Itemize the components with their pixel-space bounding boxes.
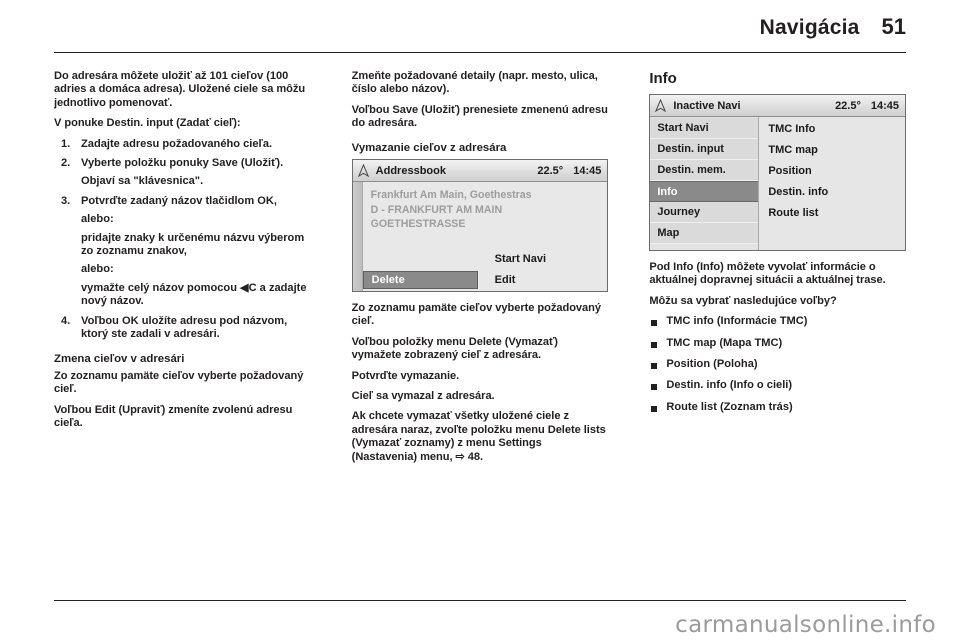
inactive-navi-body: Start Navi Destin. input Destin. mem. In… bbox=[650, 117, 906, 250]
left-intro-paragraph-1: Do adresára môžete uložiť až 101 cieľov … bbox=[54, 70, 306, 109]
list-item: Destin. info (Info o cieli) bbox=[649, 379, 906, 392]
middle-paragraph-5: Potvrďte vymazanie. bbox=[351, 369, 460, 382]
right-column: Info Inactive Navi 22.5° 14:45 Start Nav… bbox=[649, 70, 907, 600]
step-subtext-alebo-2: alebo: bbox=[81, 263, 114, 276]
content-columns: Do adresára môžete uložiť až 101 cieľov … bbox=[54, 70, 907, 600]
menu-item-journey[interactable]: Journey bbox=[650, 202, 759, 223]
page-number: 51 bbox=[881, 14, 906, 39]
menu-item-map[interactable]: Map bbox=[650, 223, 759, 244]
middle-paragraph-2: Voľbou Save (Uložiť) prenesiete zmenenú … bbox=[351, 103, 608, 130]
step-subtext-clear-name: vymažte celý názov pomocou ◀C a zadajte … bbox=[81, 281, 307, 308]
submenu-item-tmc-map[interactable]: TMC map bbox=[768, 139, 905, 160]
address-line-2: D - FRANKFURT AM MAIN bbox=[370, 203, 503, 216]
left-section-paragraph-2: Voľbou Edit (Upraviť) zmeníte zvolenú ad… bbox=[54, 403, 293, 430]
inactive-navi-temperature: 22.5° bbox=[835, 99, 861, 112]
right-section-heading: Info bbox=[649, 70, 677, 87]
footer-divider bbox=[54, 600, 906, 601]
navigation-arrow-icon bbox=[655, 99, 667, 112]
left-steps-list: 1. Zadajte adresu požadovaného cieľa. 2.… bbox=[54, 138, 311, 342]
middle-paragraph-7: Ak chcete vymazať všetky uložené ciele z… bbox=[351, 410, 606, 463]
middle-section-heading: Vymazanie cieľov z adresára bbox=[351, 141, 507, 154]
step-text: Voľbou OK uložíte adresu pod názvom, kto… bbox=[81, 314, 288, 341]
list-item: TMC info (Informácie TMC) bbox=[649, 315, 906, 328]
inactive-navi-clock: 14:45 bbox=[870, 99, 900, 112]
list-item: 2. Vyberte položku ponuky Save (Uložiť).… bbox=[54, 157, 311, 189]
page-title: Navigácia bbox=[759, 16, 860, 39]
address-line-1: Frankfurt Am Main, Goethestras bbox=[370, 189, 532, 202]
left-intro-paragraph-2: V ponuke Destin. input (Zadať cieľ): bbox=[54, 117, 241, 130]
addressbook-temperature: 22.5° bbox=[537, 164, 564, 177]
edit-button[interactable]: Edit bbox=[495, 274, 516, 286]
inactive-navi-title: Inactive Navi bbox=[673, 99, 741, 112]
right-bullet-list: TMC info (Informácie TMC) TMC map (Mapa … bbox=[649, 315, 906, 414]
submenu-item-destin-info[interactable]: Destin. info bbox=[768, 181, 905, 202]
addressbook-screen-body: Frankfurt Am Main, Goethestras D - FRANK… bbox=[352, 182, 608, 292]
middle-paragraph-4: Voľbou položky menu Delete (Vymazať) vym… bbox=[351, 335, 558, 362]
middle-paragraph-6: Cieľ sa vymazal z adresára. bbox=[351, 390, 495, 403]
header-divider bbox=[54, 52, 906, 53]
menu-item-destin-mem[interactable]: Destin. mem. bbox=[650, 160, 759, 181]
step-subtext-alebo-1: alebo: bbox=[81, 213, 114, 226]
site-watermark: carmanualsonline.info bbox=[675, 612, 936, 638]
middle-paragraph-1: Zmeňte požadované detaily (napr. mesto, … bbox=[351, 70, 598, 96]
navi-submenu: TMC Info TMC map Position Destin. info R… bbox=[759, 117, 906, 250]
menu-item-destin-input[interactable]: Destin. input bbox=[650, 139, 759, 160]
step-number: 2. bbox=[61, 157, 71, 170]
step-number: 4. bbox=[61, 314, 71, 327]
step-text: Potvrďte zadaný názov tlačidlom OK, bbox=[81, 194, 277, 207]
left-column: Do adresára môžete uložiť až 101 cieľov … bbox=[54, 70, 311, 600]
submenu-item-tmc-info[interactable]: TMC Info bbox=[768, 118, 905, 139]
page-header: Navigácia 51 bbox=[54, 14, 906, 48]
list-item: 3. Potvrďte zadaný názov tlačidlom OK, a… bbox=[54, 195, 311, 309]
menu-item-start-navi[interactable]: Start Navi bbox=[650, 118, 759, 139]
right-paragraph-1: Pod Info (Info) môžete vyvolať informáci… bbox=[649, 261, 886, 287]
navi-main-menu: Start Navi Destin. input Destin. mem. In… bbox=[650, 117, 760, 250]
step-text: Vyberte položku ponuky Save (Uložiť). bbox=[81, 157, 284, 170]
list-item: Position (Poloha) bbox=[649, 358, 906, 371]
navi-menu-columns: Start Navi Destin. input Destin. mem. In… bbox=[650, 117, 906, 250]
addressbook-screen-titlebar: Addressbook 22.5° 14:45 bbox=[352, 160, 608, 183]
addressbook-screen: Addressbook 22.5° 14:45 Frankfurt Am Mai… bbox=[351, 159, 609, 293]
inactive-navi-titlebar: Inactive Navi 22.5° 14:45 bbox=[650, 95, 906, 117]
list-item: 1. Zadajte adresu požadovaného cieľa. bbox=[54, 138, 311, 151]
step-number: 3. bbox=[61, 194, 71, 207]
addressbook-screen-title: Addressbook bbox=[375, 164, 446, 177]
address-line-3: GOETHESTRASSE bbox=[370, 218, 466, 231]
submenu-item-position[interactable]: Position bbox=[768, 160, 905, 181]
step-text: Zadajte adresu požadovaného cieľa. bbox=[81, 137, 273, 150]
step-subtext: Objaví sa "klávesnica". bbox=[81, 175, 204, 188]
delete-button[interactable]: Delete bbox=[362, 271, 478, 290]
middle-column: Zmeňte požadované detaily (napr. mesto, … bbox=[351, 70, 609, 600]
list-item: TMC map (Mapa TMC) bbox=[649, 337, 906, 350]
left-section-paragraph-1: Zo zoznamu pamäte cieľov vyberte požadov… bbox=[54, 369, 304, 396]
step-number: 1. bbox=[61, 137, 71, 150]
left-section-heading: Zmena cieľov v adresári bbox=[54, 352, 185, 365]
submenu-item-route-list[interactable]: Route list bbox=[768, 202, 905, 223]
navigation-arrow-icon bbox=[357, 164, 369, 178]
list-item: Route list (Zoznam trás) bbox=[649, 401, 906, 414]
addressbook-content: Frankfurt Am Main, Goethestras D - FRANK… bbox=[362, 182, 608, 292]
middle-paragraph-3: Zo zoznamu pamäte cieľov vyberte požadov… bbox=[351, 302, 602, 328]
right-paragraph-2: Môžu sa vybrať nasledujúce voľby? bbox=[649, 294, 837, 307]
list-item: 4. Voľbou OK uložíte adresu pod názvom, … bbox=[54, 315, 311, 342]
start-navi-button[interactable]: Start Navi bbox=[495, 253, 546, 265]
menu-item-info[interactable]: Info bbox=[650, 181, 759, 202]
screen-scroll-rail[interactable] bbox=[352, 182, 363, 292]
step-subtext-add-chars: pridajte znaky k určenému názvu výberom … bbox=[81, 231, 305, 258]
addressbook-clock: 14:45 bbox=[573, 164, 602, 177]
inactive-navi-screen: Inactive Navi 22.5° 14:45 Start Navi Des… bbox=[649, 94, 907, 251]
